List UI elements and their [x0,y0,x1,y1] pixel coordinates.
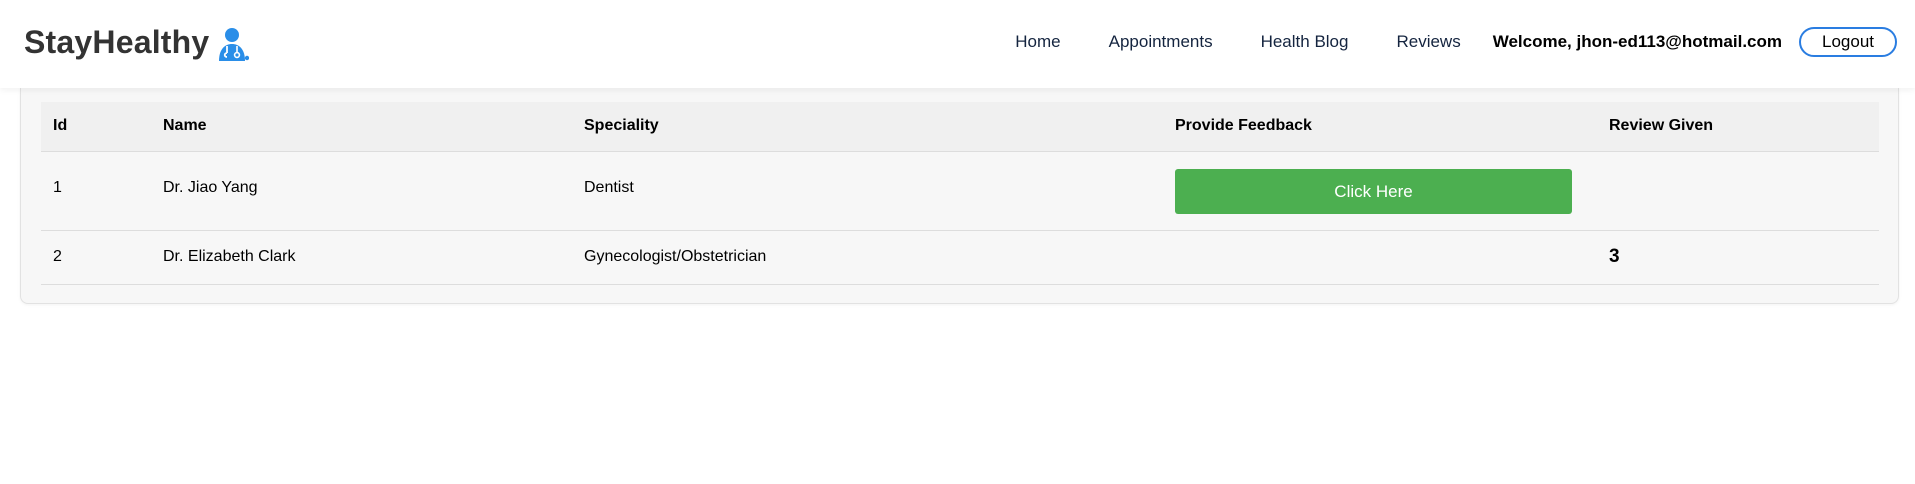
header-review-given: Review Given [1597,102,1879,152]
reviews-card: Id Name Speciality Provide Feedback Revi… [20,88,1899,304]
provide-feedback-button[interactable]: Click Here [1175,169,1572,214]
cell-review-given: 3 [1597,230,1879,285]
table-row: 2 Dr. Elizabeth Clark Gynecologist/Obste… [41,230,1879,285]
table-header-row: Id Name Speciality Provide Feedback Revi… [41,102,1879,152]
doctor-icon [219,28,250,61]
brand[interactable]: StayHealthy [24,20,250,64]
cell-review-given [1597,151,1879,231]
header-name: Name [151,102,572,152]
nav-appointments-link[interactable]: Appointments [1109,32,1213,52]
cell-speciality: Dentist [572,151,1163,231]
nav-reviews-link[interactable]: Reviews [1396,32,1460,52]
header-id: Id [41,102,151,152]
welcome-message: Welcome, jhon-ed113@hotmail.com [1492,32,1782,51]
nav-health-blog-link[interactable]: Health Blog [1261,32,1349,52]
brand-name[interactable]: StayHealthy [24,24,209,61]
cell-feedback: Click Here [1163,151,1597,231]
header-provide-feedback: Provide Feedback [1163,102,1597,152]
cell-id: 1 [41,151,151,231]
reviews-table: Id Name Speciality Provide Feedback Revi… [41,102,1879,285]
cell-speciality: Gynecologist/Obstetrician [572,230,1163,285]
logout-button[interactable]: Logout [1799,27,1897,57]
table-row: 1 Dr. Jiao Yang Dentist Click Here [41,151,1879,231]
navbar: StayHealthy Home Appointments Health Blo… [0,0,1915,88]
review-rating: 3 [1609,246,1620,267]
cell-feedback [1163,230,1597,285]
cell-id: 2 [41,230,151,285]
nav-home-link[interactable]: Home [1015,32,1060,52]
nav-links: Home Appointments Health Blog Reviews We… [1015,0,1915,84]
cell-name: Dr. Jiao Yang [151,151,572,231]
header-speciality: Speciality [572,102,1163,152]
cell-name: Dr. Elizabeth Clark [151,230,572,285]
